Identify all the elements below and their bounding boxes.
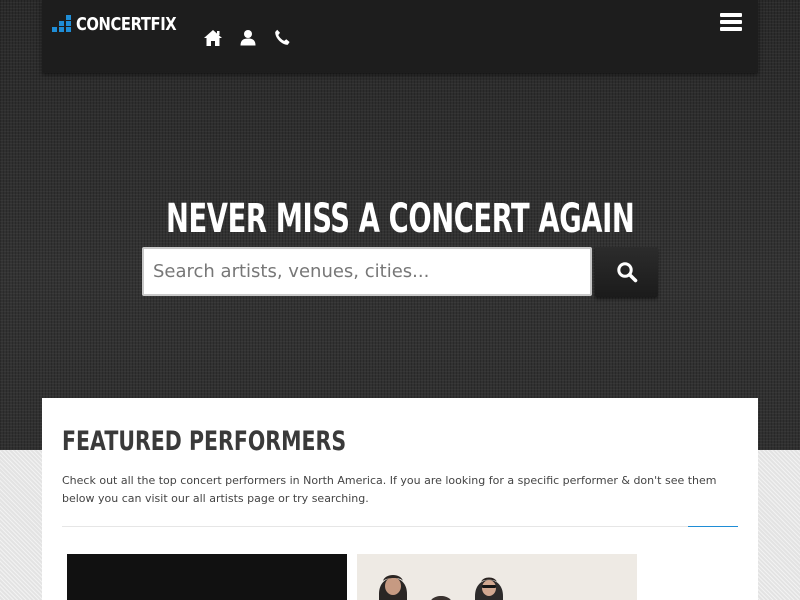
navbar: CONCERTFIX bbox=[42, 0, 758, 73]
logo-mark-icon bbox=[52, 15, 72, 33]
section-title: FEATURED PERFORMERS bbox=[62, 426, 347, 457]
hero-title: NEVER MISS A CONCERT AGAIN bbox=[0, 191, 800, 247]
featured-performers-section: FEATURED PERFORMERS Check out all the to… bbox=[42, 398, 758, 600]
home-icon[interactable] bbox=[202, 27, 223, 48]
performer-image bbox=[67, 554, 347, 600]
search-input[interactable] bbox=[142, 247, 592, 296]
section-description: Check out all the top concert performers… bbox=[62, 474, 717, 505]
hero-title-text: NEVER MISS A CONCERT AGAIN bbox=[165, 195, 635, 242]
logo[interactable]: CONCERTFIX bbox=[52, 12, 198, 36]
nav-icons bbox=[202, 27, 293, 48]
performer-card[interactable] bbox=[357, 554, 637, 600]
hamburger-menu-icon[interactable] bbox=[720, 13, 742, 31]
performer-card[interactable] bbox=[67, 554, 347, 600]
search-icon bbox=[616, 262, 637, 283]
logo-text: CONCERTFIX bbox=[76, 13, 177, 35]
performer-image bbox=[357, 554, 637, 600]
divider-accent bbox=[688, 526, 738, 527]
divider bbox=[62, 526, 738, 527]
user-icon[interactable] bbox=[237, 27, 258, 48]
search-button[interactable] bbox=[595, 247, 658, 297]
phone-icon[interactable] bbox=[272, 27, 293, 48]
